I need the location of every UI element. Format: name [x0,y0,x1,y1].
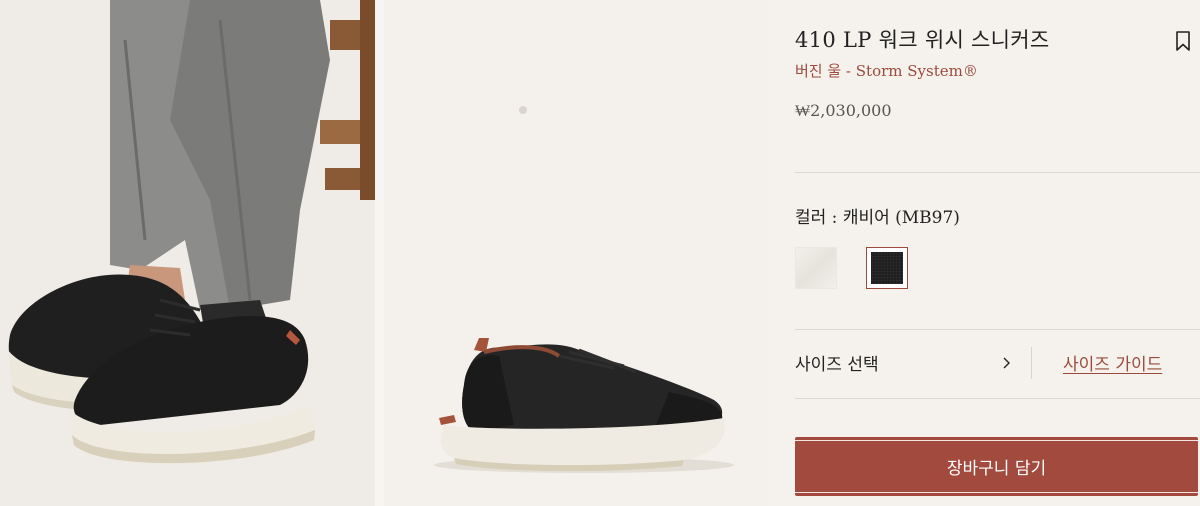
carousel-dot[interactable] [519,106,527,114]
add-to-cart-button[interactable]: 장바구니 담기 [795,437,1198,496]
color-swatch-caviar[interactable] [866,247,908,289]
bookmark-icon[interactable] [1175,30,1191,52]
size-guide-link[interactable]: 사이즈 가이드 [1063,350,1162,375]
divider [795,329,1200,330]
add-to-cart-label: 장바구니 담기 [946,459,1047,479]
divider [795,398,1200,399]
chevron-right-icon [1003,357,1010,369]
product-title: 410 LP 워크 위시 스니커즈 [795,28,1050,52]
product-material: 버진 울 - Storm System® [795,62,978,80]
product-image-side[interactable] [384,0,768,506]
product-gallery [0,0,768,506]
gallery-divider [375,0,384,506]
size-divider [1031,347,1032,379]
divider [795,172,1200,173]
color-swatch-light[interactable] [795,247,837,289]
worn-shoe-illustration [0,0,375,506]
side-shoe-illustration [384,0,768,506]
size-select[interactable]: 사이즈 선택 [795,346,1017,380]
product-info-panel: 410 LP 워크 위시 스니커즈 버진 울 - Storm System® ₩… [795,0,1200,506]
product-price: ₩2,030,000 [795,101,892,120]
product-image-worn[interactable] [0,0,375,506]
size-select-label: 사이즈 선택 [795,355,879,375]
button-edge [795,440,1198,441]
button-edge [795,492,1198,493]
color-label: 컬러 : 캐비어 (MB97) [795,208,960,228]
